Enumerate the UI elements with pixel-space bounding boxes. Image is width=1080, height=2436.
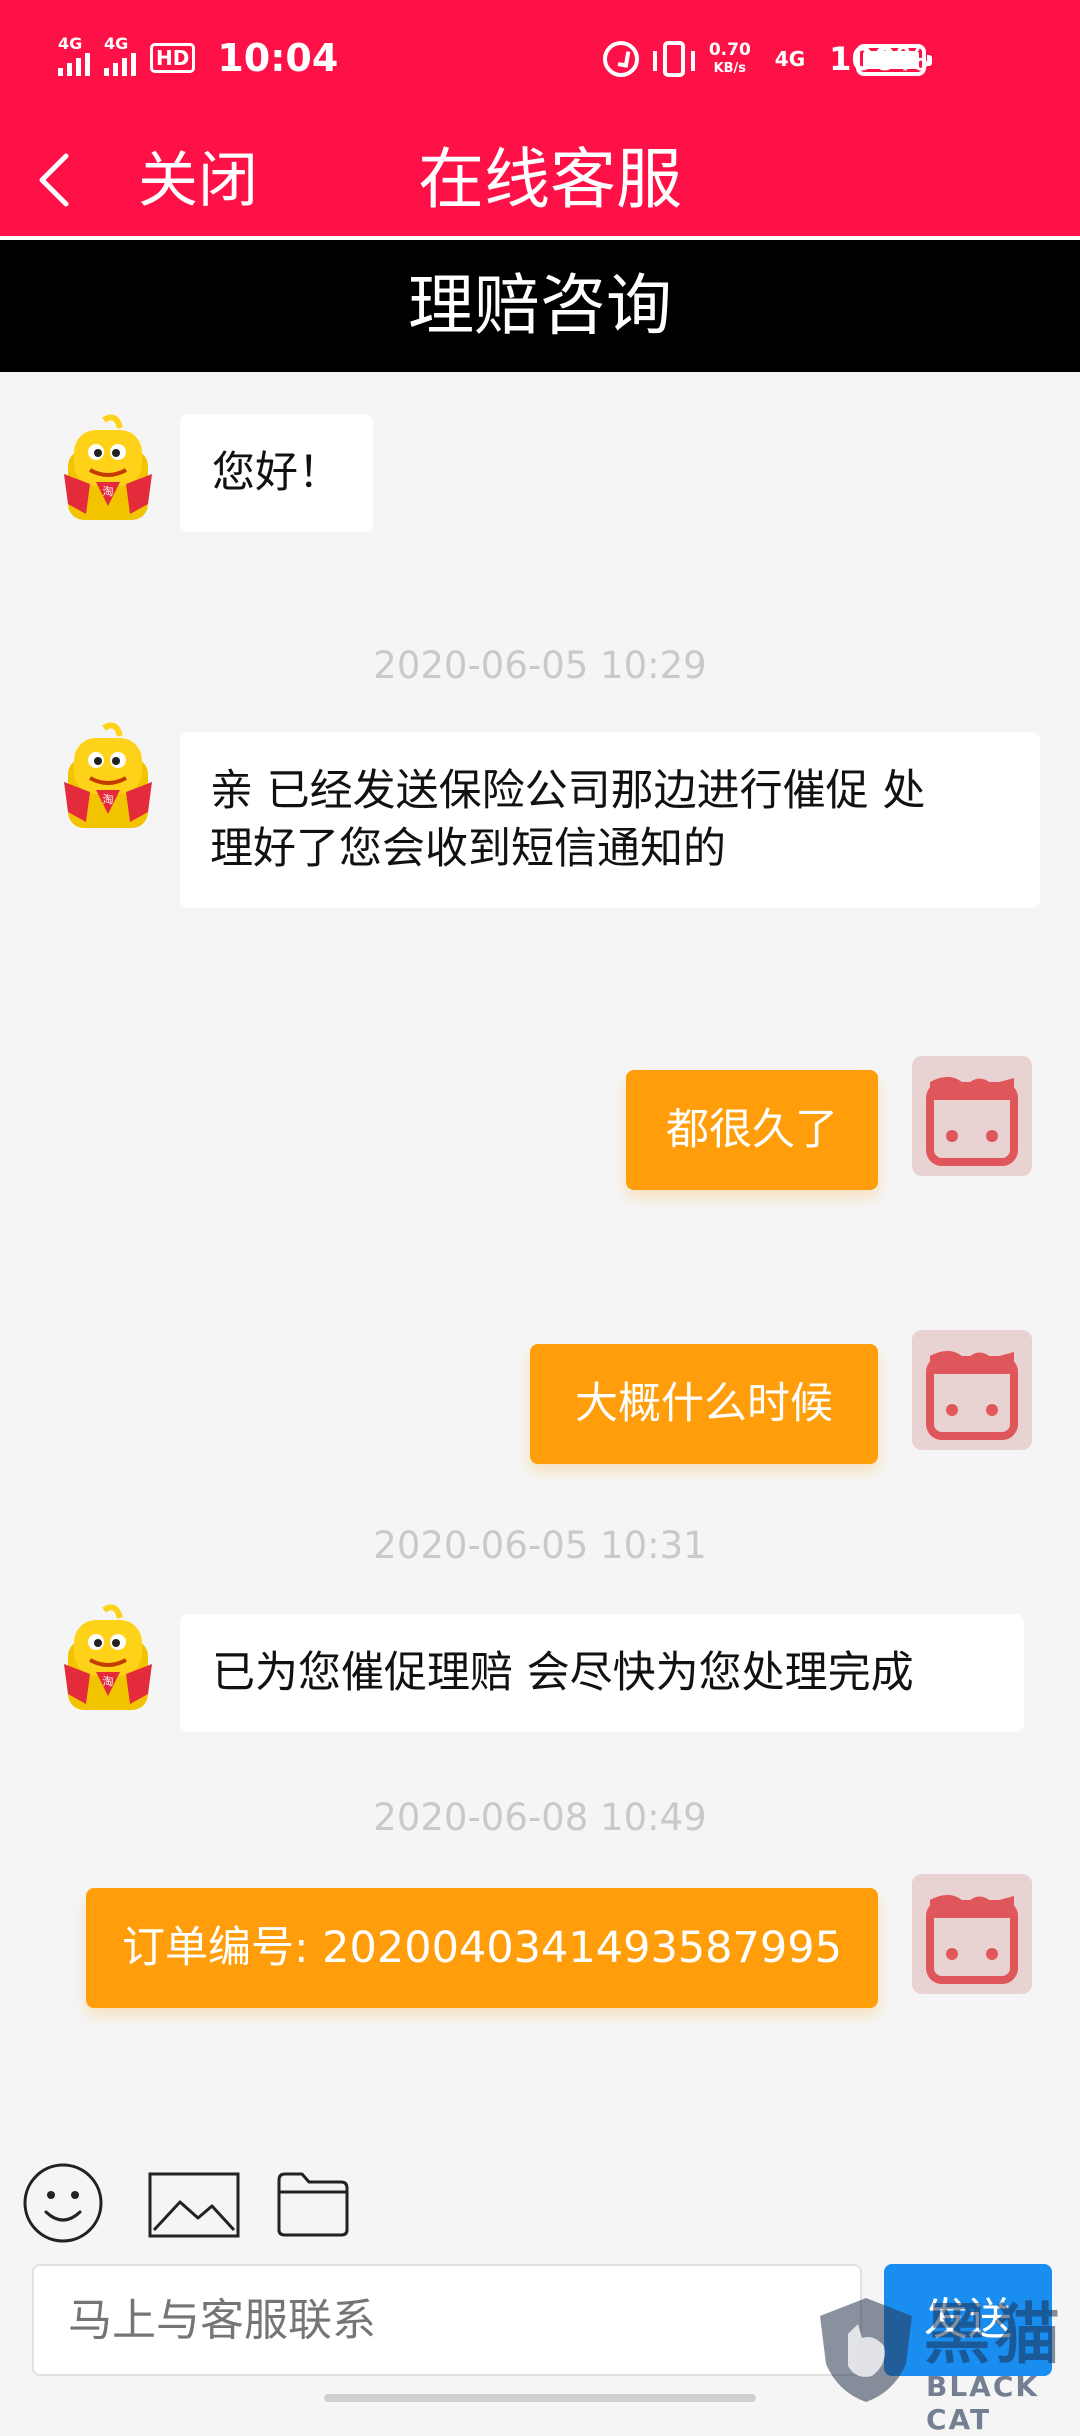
agent-avatar-icon: 淘 bbox=[64, 722, 152, 828]
home-indicator[interactable] bbox=[324, 2394, 756, 2402]
user-message: 都很久了 bbox=[626, 1070, 878, 1190]
vibrate-icon bbox=[652, 41, 695, 77]
agent-avatar-icon: 淘 bbox=[64, 1604, 152, 1710]
svg-text:淘: 淘 bbox=[103, 485, 114, 498]
message-timestamp: 2020-06-05 10:29 bbox=[373, 644, 707, 687]
user-avatar-icon bbox=[912, 1056, 1032, 1176]
page-title: 在线客服 bbox=[418, 141, 682, 218]
net-speed: 0.70 KB/s bbox=[708, 39, 751, 76]
user-message: 订单编号: 2020040341493587995 bbox=[86, 1888, 878, 2008]
message-timestamp: 2020-06-08 10:49 bbox=[373, 1796, 707, 1839]
network-type: 4G bbox=[774, 47, 806, 71]
status-time: 10:04 bbox=[217, 36, 339, 80]
user-message: 大概什么时候 bbox=[530, 1344, 878, 1464]
chat-area[interactable]: 淘 您好！ 2020-06-05 10:29 淘 亲 已经发送保险公司那边进行催… bbox=[0, 372, 1080, 2132]
composer-toolbar bbox=[0, 2150, 1080, 2250]
user-avatar-icon bbox=[912, 1874, 1032, 1994]
agent-avatar-icon: 淘 bbox=[64, 414, 152, 520]
image-icon[interactable] bbox=[148, 2172, 240, 2238]
folder-icon[interactable] bbox=[276, 2170, 350, 2238]
battery-icon bbox=[856, 44, 932, 76]
signal-icon: 4G bbox=[104, 34, 136, 76]
send-button[interactable]: 发送 bbox=[884, 2264, 1052, 2376]
message-timestamp: 2020-06-05 10:31 bbox=[373, 1524, 707, 1567]
agent-message: 已为您催促理赔 会尽快为您处理完成 bbox=[180, 1614, 1024, 1732]
agent-message: 亲 已经发送保险公司那边进行催促 处 理好了您会收到短信通知的 bbox=[180, 732, 1040, 908]
topic-header: 理赔咨询 bbox=[0, 240, 1080, 372]
svg-text:淘: 淘 bbox=[103, 793, 114, 806]
signal-icon: 4G bbox=[58, 34, 90, 76]
user-avatar-icon bbox=[912, 1330, 1032, 1450]
alarm-icon bbox=[602, 41, 639, 77]
status-bar: 4G 4G HD 10:04 0.70 KB/s 4G 100% bbox=[0, 0, 1080, 124]
agent-message: 您好！ bbox=[180, 414, 373, 532]
nav-bar: 关闭 在线客服 bbox=[0, 124, 1080, 236]
message-input[interactable] bbox=[32, 2264, 862, 2376]
svg-text:淘: 淘 bbox=[103, 1675, 114, 1688]
hd-voice-icon: HD bbox=[150, 43, 196, 73]
emoji-icon[interactable] bbox=[22, 2162, 104, 2244]
